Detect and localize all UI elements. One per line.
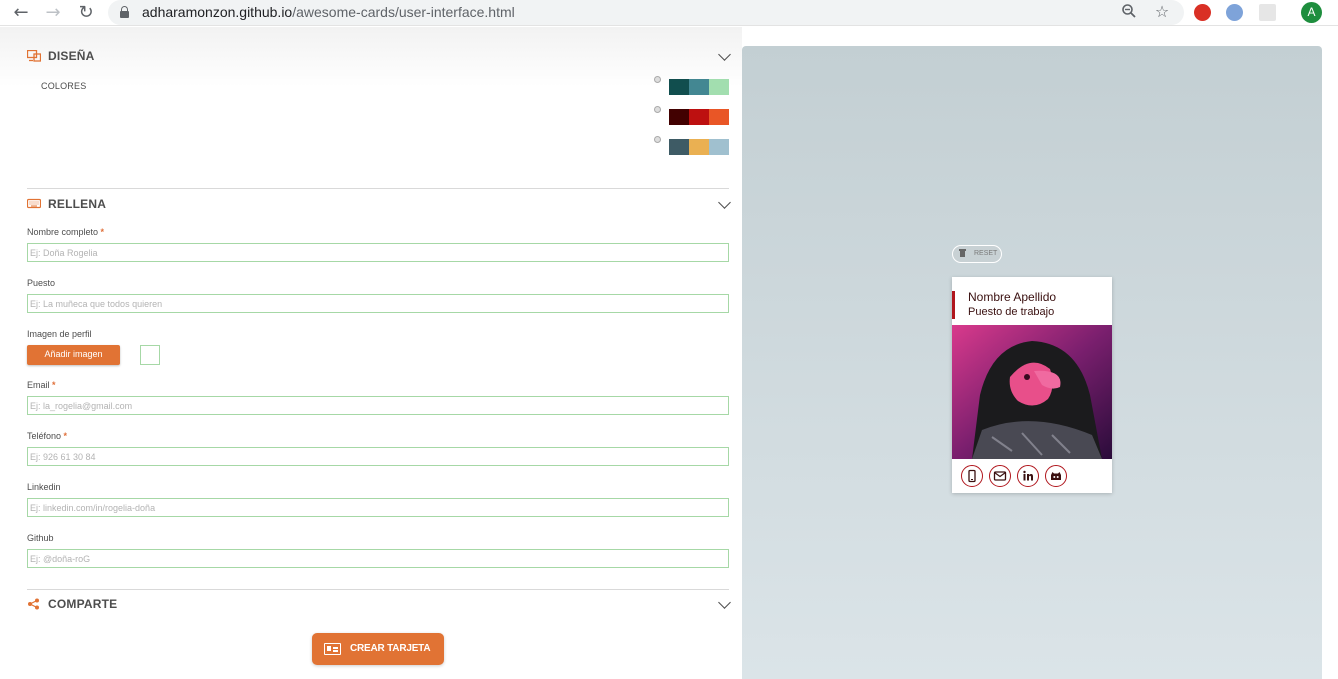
profile-avatar[interactable]: A	[1301, 2, 1322, 23]
extension-icon[interactable]	[1259, 4, 1276, 21]
reset-button[interactable]: RESET	[952, 245, 1002, 263]
profile-image-label: Imagen de perfil	[27, 329, 92, 339]
palette-swatch	[709, 79, 729, 95]
profile-image-preview	[140, 345, 160, 365]
card-job: Puesto de trabajo	[968, 306, 1055, 318]
palette-option-2[interactable]	[654, 106, 730, 125]
section-share-header[interactable]: COMPARTE	[27, 596, 731, 616]
section-title: RELLENA	[48, 197, 107, 211]
palette-swatch	[689, 79, 709, 95]
url-text: adharamonzon.github.io/awesome-cards/use…	[142, 4, 515, 20]
section-fill-header[interactable]: RELLENA	[27, 196, 731, 216]
reload-icon[interactable]: ↻	[76, 3, 96, 23]
palette-option-1[interactable]	[654, 76, 730, 95]
chevron-down-icon[interactable]	[718, 196, 731, 209]
add-image-button[interactable]: Añadir imagen	[27, 345, 120, 365]
preview-card: Nombre Apellido Puesto de trabajo	[952, 277, 1112, 493]
palette-swatch	[669, 139, 689, 155]
job-field[interactable]: Ej: La muñeca que todos quieren	[27, 294, 729, 313]
create-card-label: CREAR TARJETA	[350, 643, 431, 654]
palette-swatch	[689, 109, 709, 125]
share-icon	[28, 598, 39, 610]
zoom-icon[interactable]	[1120, 3, 1138, 21]
adblock-extension-icon[interactable]	[1194, 4, 1211, 21]
phone-field[interactable]: Ej: 926 61 30 84	[27, 447, 729, 466]
github-label: Github	[27, 533, 54, 543]
lock-icon	[120, 6, 129, 18]
phone-label: Teléfono *	[27, 431, 68, 441]
address-bar[interactable]: adharamonzon.github.io/awesome-cards/use…	[108, 0, 1184, 25]
email-icon[interactable]	[989, 465, 1011, 487]
mobile-icon[interactable]	[961, 465, 983, 487]
linkedin-field[interactable]: Ej: linkedin.com/in/rogelia-doña	[27, 498, 729, 517]
palette-option-3[interactable]	[654, 136, 730, 155]
arrow-right-icon[interactable]: →	[43, 3, 63, 23]
palette-swatch	[709, 109, 729, 125]
reset-label: RESET	[974, 250, 998, 257]
palette-radio[interactable]	[654, 106, 661, 113]
name-field[interactable]: Ej: Doña Rogelia	[27, 243, 729, 262]
palette-swatch	[689, 139, 709, 155]
github-field[interactable]: Ej: @doña-roG	[27, 549, 729, 568]
palette-swatch	[709, 139, 729, 155]
job-label: Puesto	[27, 278, 56, 288]
email-label: Email *	[27, 380, 56, 390]
github-icon[interactable]	[1045, 465, 1067, 487]
palette-swatch	[669, 79, 689, 95]
chevron-down-icon[interactable]	[718, 48, 731, 61]
card-accent-bar	[952, 291, 955, 319]
card-name: Nombre Apellido	[968, 290, 1057, 304]
section-title: COMPARTE	[48, 597, 118, 611]
keyboard-icon	[27, 198, 41, 209]
name-label: Nombre completo *	[27, 227, 105, 237]
palette-swatch	[669, 109, 689, 125]
palette-radio[interactable]	[654, 76, 661, 83]
palette-radio[interactable]	[654, 136, 661, 143]
section-design-header[interactable]: DISEÑA	[27, 48, 731, 68]
section-divider	[27, 188, 729, 189]
chevron-down-icon[interactable]	[718, 596, 731, 609]
section-divider	[27, 589, 729, 590]
section-title: DISEÑA	[48, 49, 95, 63]
arrow-left-icon[interactable]: ←	[11, 3, 31, 23]
email-field[interactable]: Ej: la_rogelia@gmail.com	[27, 396, 729, 415]
browser-toolbar: ← → ↻ adharamonzon.github.io/awesome-car…	[0, 0, 1338, 26]
create-card-button[interactable]: CREAR TARJETA	[312, 633, 444, 665]
linkedin-label: Linkedin	[27, 482, 61, 492]
colors-label: COLORES	[41, 81, 87, 91]
id-card-icon	[324, 643, 341, 655]
linkedin-icon[interactable]	[1017, 465, 1039, 487]
star-icon[interactable]: ☆	[1153, 3, 1171, 21]
trash-icon	[959, 249, 966, 257]
extension-icon[interactable]	[1226, 4, 1243, 21]
card-profile-photo	[952, 325, 1112, 459]
design-icon	[27, 50, 41, 62]
